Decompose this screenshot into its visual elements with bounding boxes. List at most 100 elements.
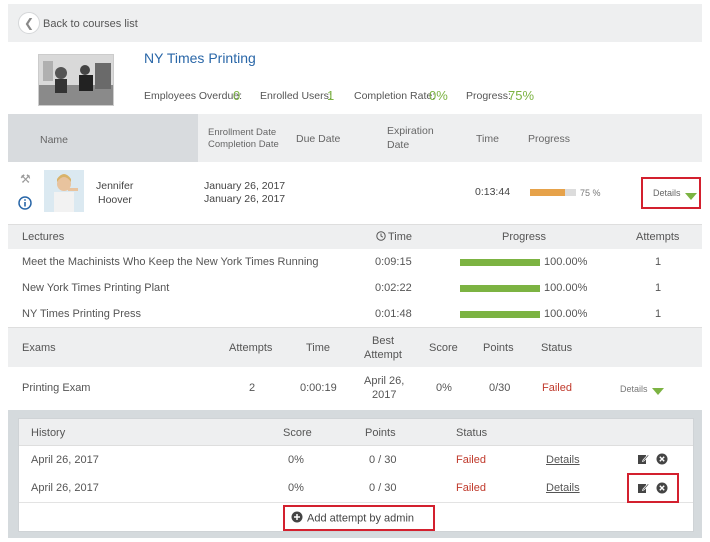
user-progress-fill [530,189,565,196]
header-progress[interactable]: Progress [528,133,570,145]
history-status-header: Status [456,427,488,439]
lectures-time-header: Time [388,231,413,243]
lecture-row: Meet the Machinists Who Keep the New Yor… [8,249,702,276]
course-title[interactable]: NY Times Printing [144,50,256,66]
avatar [44,170,84,212]
lecture-link[interactable]: Meet the Machinists Who Keep the New Yor… [22,256,319,268]
header-expiration-date[interactable]: Date [387,139,409,151]
lecture-link[interactable]: New York Times Printing Plant [22,282,169,294]
lecture-progress-text: 100.00% [544,256,588,268]
user-enrollment-date: January 26, 2017 [204,180,286,192]
exam-link[interactable]: Printing Exam [22,382,90,394]
history-table: History Score Points Status April 26, 20… [18,418,694,532]
add-attempt-button[interactable]: Add attempt by admin [291,511,414,526]
history-details-link[interactable]: Details [546,454,580,466]
history-status: Failed [456,482,486,494]
history-row: April 26, 2017 0% 0 / 30 Failed Details [19,446,693,475]
lecture-attempts: 1 [655,256,662,268]
history-title: History [31,427,66,439]
exam-best-year: 2017 [372,389,397,401]
header-expiration[interactable]: Expiration [387,125,434,137]
caret-down-icon[interactable] [652,385,664,397]
exam-time: 0:00:19 [300,382,337,394]
exams-attempts-header: Attempts [229,342,273,354]
history-points: 0 / 30 [369,454,397,466]
exams-points-header: Points [483,342,514,354]
history-points-header: Points [365,427,396,439]
lectures-attempts-header: Attempts [636,231,680,243]
lectures-progress-header: Progress [502,231,547,243]
exams-best-attempt-header: Attempt [364,349,402,361]
edit-icon[interactable] [637,453,650,468]
history-details-link[interactable]: Details [546,482,580,494]
name-column-band [8,114,198,162]
lecture-progress-bar [460,259,540,266]
history-score: 0% [288,454,304,466]
user-time: 0:13:44 [475,186,511,198]
plus-circle-icon [291,511,303,526]
lecture-time: 0:02:22 [375,282,412,294]
course-header: NY Times Printing Employees Overdue: 0 E… [8,42,702,114]
user-first-name: Jennifer [96,180,134,192]
lectures-header: Lectures Time Progress Attempts [8,224,702,250]
lecture-row: NY Times Printing Press 0:01:48 100.00% … [8,301,702,328]
exam-status: Failed [542,382,572,394]
user-completion-date: January 26, 2017 [204,193,286,205]
back-button[interactable]: ❮ [18,12,40,34]
exam-row: Printing Exam 2 0:00:19 April 26, 2017 0… [8,367,702,411]
user-row: ⚒ Jennifer Hoover January 26, 2017 Janua… [8,162,702,225]
delete-icon[interactable] [656,482,668,497]
back-link[interactable]: Back to courses list [43,18,138,30]
history-score-header: Score [283,427,312,439]
exams-best-header: Best [372,335,395,347]
history-points: 0 / 30 [369,482,397,494]
completion-label: Completion Rate: [354,90,436,102]
info-icon[interactable] [18,196,32,213]
history-row: April 26, 2017 0% 0 / 30 Failed Details [19,473,693,503]
history-date-link[interactable]: April 26, 2017 [31,454,99,466]
lecture-link[interactable]: NY Times Printing Press [22,308,141,320]
exam-attempts: 2 [249,382,256,394]
overdue-label: Employees Overdue: [144,90,243,102]
history-status: Failed [456,454,486,466]
wrench-icon[interactable]: ⚒ [20,172,31,186]
lecture-progress-text: 100.00% [544,308,588,320]
chevron-left-icon: ❮ [23,16,35,30]
lecture-attempts: 1 [655,282,662,294]
header-name[interactable]: Name [40,134,68,146]
delete-icon[interactable] [656,453,668,468]
history-header: History Score Points Status [19,419,693,446]
lectures-title: Lectures [22,231,65,243]
lecture-time: 0:09:15 [375,256,412,268]
user-progress-text: 75 % [580,188,601,198]
header-due-date[interactable]: Due Date [296,133,340,145]
header-time[interactable]: Time [476,133,499,145]
lecture-time: 0:01:48 [375,308,412,320]
lecture-row: New York Times Printing Plant 0:02:22 10… [8,275,702,302]
clock-icon [376,231,386,244]
history-score: 0% [288,482,304,494]
history-panel: History Score Points Status April 26, 20… [8,410,702,538]
user-details-button[interactable]: Details [653,188,681,198]
lecture-progress-bar [460,311,540,318]
user-progress-bar [530,189,576,196]
progress-label: Progress: [466,90,511,102]
exams-title: Exams [22,342,56,354]
exams-header: Exams Attempts Time Best Attempt Score P… [8,327,702,369]
edit-icon[interactable] [637,482,650,497]
row-actions-highlight [627,473,679,503]
history-date-link[interactable]: April 26, 2017 [31,482,99,494]
exams-score-header: Score [429,342,458,354]
page: ❮ Back to courses list NY Times Printing… [0,0,710,542]
exam-score: 0% [436,382,452,394]
back-bar: ❮ Back to courses list [8,4,702,42]
enrolled-label: Enrolled Users: [260,90,332,102]
progress-value: 75% [508,88,535,103]
exam-details-button[interactable]: Details [620,384,648,394]
exam-best-date: April 26, [364,375,405,387]
header-completion-date[interactable]: Completion Date [208,139,279,150]
header-enrollment-date[interactable]: Enrollment Date [208,127,276,138]
caret-down-icon[interactable] [685,190,697,202]
exams-status-header: Status [541,342,573,354]
enrolled-value: 1 [327,88,335,103]
